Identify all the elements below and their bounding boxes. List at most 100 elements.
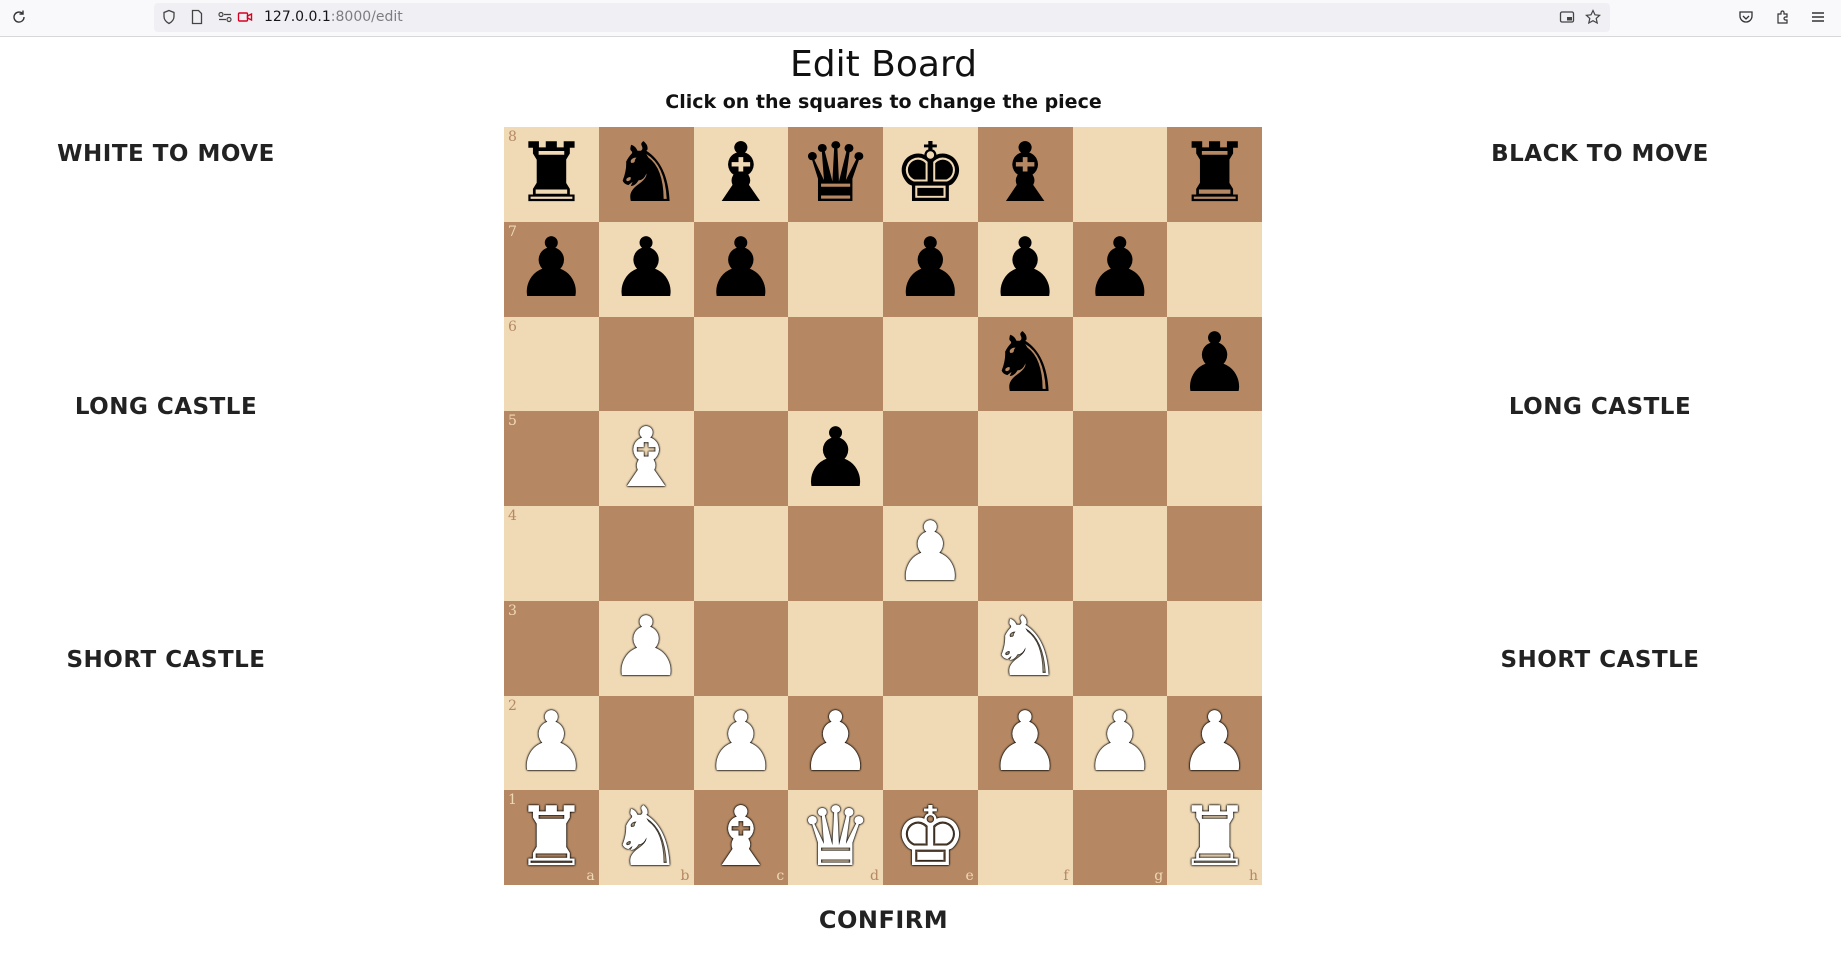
square-g4[interactable] xyxy=(1072,506,1168,601)
square-e6[interactable] xyxy=(883,316,978,412)
square-e4[interactable]: ♟ xyxy=(883,506,978,601)
square-c3[interactable] xyxy=(693,600,789,696)
square-h6[interactable]: ♟ xyxy=(1167,316,1262,412)
square-d8[interactable]: ♛ xyxy=(788,127,883,222)
white-knight-icon: ♞ xyxy=(609,789,683,885)
square-f6[interactable]: ♞ xyxy=(977,316,1073,412)
white-short-castle-button[interactable]: SHORT CASTLE xyxy=(16,647,316,673)
square-b8[interactable]: ♞ xyxy=(598,126,694,222)
square-e3[interactable] xyxy=(883,600,978,696)
square-d5[interactable]: ♟ xyxy=(788,411,883,506)
square-f2[interactable]: ♟ xyxy=(977,694,1073,791)
square-c5[interactable] xyxy=(693,411,789,506)
square-b5[interactable]: ♝ xyxy=(598,411,694,506)
square-f1[interactable]: f xyxy=(977,790,1073,885)
square-h2[interactable]: ♟ xyxy=(1167,695,1262,791)
page-icon[interactable] xyxy=(188,8,206,26)
camera-icon[interactable] xyxy=(236,8,254,26)
confirm-button[interactable]: CONFIRM xyxy=(0,906,1767,934)
square-h3[interactable] xyxy=(1167,600,1262,696)
bookmark-star-icon[interactable] xyxy=(1584,8,1602,26)
square-b7[interactable]: ♟ xyxy=(598,221,694,317)
square-h7[interactable] xyxy=(1167,221,1262,317)
square-f4[interactable] xyxy=(977,506,1073,601)
white-long-castle-button[interactable]: LONG CASTLE xyxy=(16,394,316,420)
permissions-icon[interactable] xyxy=(216,8,234,26)
black-to-move-button[interactable]: BLACK TO MOVE xyxy=(1450,141,1750,167)
square-d3[interactable] xyxy=(788,600,883,696)
square-a5[interactable]: 5 xyxy=(504,411,599,506)
square-e7[interactable]: ♟ xyxy=(883,221,978,317)
black-short-castle-button[interactable]: SHORT CASTLE xyxy=(1450,647,1750,673)
square-a2[interactable]: 2 ♟ xyxy=(504,695,599,791)
square-d2[interactable]: ♟ xyxy=(788,695,883,791)
square-f8[interactable]: ♝ xyxy=(977,126,1073,222)
square-d6[interactable] xyxy=(788,316,883,412)
file-label: h xyxy=(1248,868,1258,884)
white-to-move-button[interactable]: WHITE TO MOVE xyxy=(16,141,316,167)
black-knight-icon: ♞ xyxy=(609,126,683,222)
square-e8[interactable]: ♚ xyxy=(883,127,978,222)
black-pawn-icon: ♟ xyxy=(988,221,1062,317)
black-pawn-icon: ♟ xyxy=(609,221,683,317)
file-label: g xyxy=(1154,868,1164,884)
square-d4[interactable] xyxy=(788,506,883,601)
square-c6[interactable] xyxy=(693,316,789,412)
black-bishop-icon: ♝ xyxy=(988,126,1062,222)
square-a3[interactable]: 3 xyxy=(504,600,599,696)
black-long-castle-button[interactable]: LONG CASTLE xyxy=(1450,394,1750,420)
white-pawn-icon: ♟ xyxy=(704,694,778,790)
pocket-icon[interactable] xyxy=(1737,8,1755,26)
white-pawn-icon: ♟ xyxy=(988,694,1062,790)
black-bishop-icon: ♝ xyxy=(704,126,778,222)
square-a6[interactable]: 6 xyxy=(504,316,599,412)
black-rook-icon: ♜ xyxy=(1177,126,1252,222)
square-e2[interactable] xyxy=(883,695,978,791)
square-c2[interactable]: ♟ xyxy=(693,694,789,791)
square-a4[interactable]: 4 xyxy=(504,506,599,601)
white-king-icon: ♚ xyxy=(893,789,968,885)
square-e1[interactable]: e ♚ xyxy=(883,790,978,885)
square-b2[interactable] xyxy=(598,695,694,791)
url-bar[interactable]: 127.0.0.1:8000/edit xyxy=(154,3,1610,32)
square-c1[interactable]: c ♝ xyxy=(693,790,789,885)
square-g8[interactable] xyxy=(1072,127,1168,222)
square-d7[interactable] xyxy=(788,221,883,317)
rank-label: 8 xyxy=(508,129,517,145)
square-g1[interactable]: g xyxy=(1072,790,1168,885)
menu-icon[interactable] xyxy=(1809,8,1827,26)
square-g6[interactable] xyxy=(1072,316,1168,412)
picture-in-picture-icon[interactable] xyxy=(1558,8,1576,26)
square-e5[interactable] xyxy=(883,411,978,506)
square-a8[interactable]: 8 ♜ xyxy=(504,127,599,222)
square-d1[interactable]: d ♛ xyxy=(788,790,883,885)
square-g2[interactable]: ♟ xyxy=(1072,695,1168,791)
reload-icon[interactable] xyxy=(10,8,28,26)
file-label: a xyxy=(586,868,595,884)
square-c7[interactable]: ♟ xyxy=(693,221,789,317)
square-b4[interactable] xyxy=(598,506,694,601)
square-f7[interactable]: ♟ xyxy=(977,221,1073,317)
shield-icon[interactable] xyxy=(160,8,178,26)
square-h1[interactable]: h ♜ xyxy=(1167,790,1262,885)
black-queen-icon: ♛ xyxy=(798,126,873,222)
square-c8[interactable]: ♝ xyxy=(693,126,789,222)
square-g5[interactable] xyxy=(1072,411,1168,506)
square-h8[interactable]: ♜ xyxy=(1167,127,1262,222)
square-a7[interactable]: 7 ♟ xyxy=(504,221,599,317)
square-f3[interactable]: ♞ xyxy=(977,600,1073,696)
square-g3[interactable] xyxy=(1072,600,1168,696)
square-b3[interactable]: ♟ xyxy=(598,600,694,696)
square-b6[interactable] xyxy=(598,316,694,412)
square-a1[interactable]: 1 a ♜ xyxy=(504,790,599,885)
square-b1[interactable]: b ♞ xyxy=(598,789,694,885)
square-h4[interactable] xyxy=(1167,506,1262,601)
url-text[interactable]: 127.0.0.1:8000/edit xyxy=(264,9,403,25)
square-c4[interactable] xyxy=(693,506,789,601)
white-queen-icon: ♛ xyxy=(798,789,873,885)
square-f5[interactable] xyxy=(977,411,1073,506)
extensions-icon[interactable] xyxy=(1774,8,1792,26)
black-king-icon: ♚ xyxy=(893,126,968,222)
square-g7[interactable]: ♟ xyxy=(1072,221,1168,317)
square-h5[interactable] xyxy=(1167,411,1262,506)
